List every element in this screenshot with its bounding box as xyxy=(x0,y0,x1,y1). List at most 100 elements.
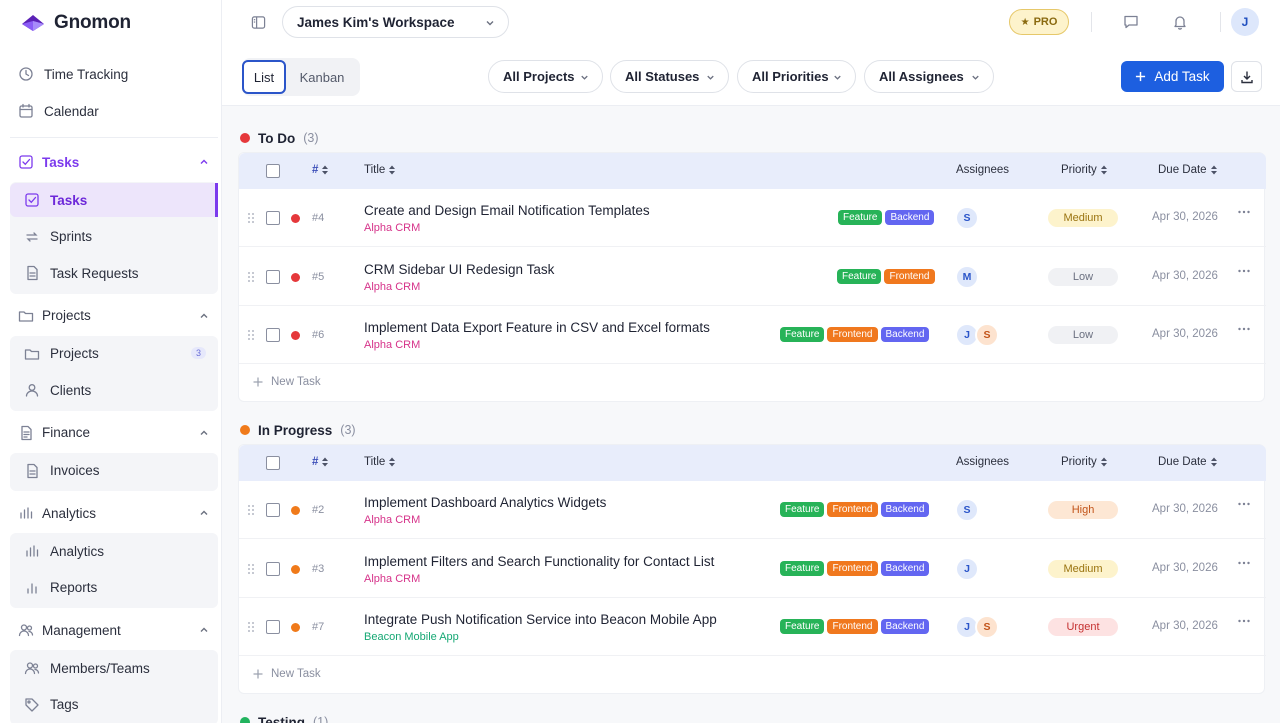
task-project[interactable]: Beacon Mobile App xyxy=(364,631,459,643)
select-all-checkbox[interactable] xyxy=(266,164,280,178)
sidebar-toggle-icon[interactable] xyxy=(246,10,270,34)
priority-badge[interactable]: Low xyxy=(1048,267,1118,286)
task-title[interactable]: Implement Data Export Feature in CSV and… xyxy=(364,320,710,335)
sidebar-section-analytics[interactable]: Analytics xyxy=(10,498,218,528)
user-avatar[interactable]: J xyxy=(1231,8,1259,36)
sidebar-item-clients[interactable]: Clients xyxy=(10,373,218,407)
tag-frontend[interactable]: Frontend xyxy=(884,268,935,284)
column-priority[interactable]: Priority xyxy=(1061,164,1108,176)
group-header[interactable]: To Do (3) xyxy=(240,128,319,148)
column-due-date[interactable]: Due Date xyxy=(1158,456,1218,468)
filter-all-assignees[interactable]: All Assignees xyxy=(864,60,994,93)
more-options-icon[interactable] xyxy=(1237,266,1251,280)
priority-badge[interactable]: Low xyxy=(1048,326,1118,344)
column-priority[interactable]: Priority xyxy=(1061,456,1108,468)
filter-all-projects[interactable]: All Projects xyxy=(488,60,603,93)
tag-feature[interactable]: Feature xyxy=(838,210,883,225)
assignee-avatar[interactable]: M xyxy=(955,264,979,289)
more-options-icon[interactable] xyxy=(1237,616,1251,630)
pro-badge[interactable]: ★ PRO xyxy=(1009,9,1069,35)
tag-backend[interactable]: Backend xyxy=(880,502,930,517)
sidebar-item-analytics[interactable]: Analytics xyxy=(10,534,218,568)
sort-icon[interactable] xyxy=(1210,457,1218,467)
group-header[interactable]: In Progress (3) xyxy=(240,420,356,440)
assignee-avatar[interactable]: S xyxy=(975,323,999,347)
assignee-avatar[interactable]: S xyxy=(975,615,999,639)
sidebar-item-projects[interactable]: Projects 3 xyxy=(10,337,218,371)
tag-backend[interactable]: Backend xyxy=(880,619,930,634)
row-checkbox[interactable] xyxy=(266,328,280,342)
sort-icon[interactable] xyxy=(321,165,329,175)
task-title[interactable]: Integrate Push Notification Service into… xyxy=(364,612,717,627)
sidebar-item-tags[interactable]: Tags xyxy=(10,688,218,722)
task-title[interactable]: Create and Design Email Notification Tem… xyxy=(364,203,650,218)
row-checkbox[interactable] xyxy=(266,269,280,284)
drag-handle-icon[interactable] xyxy=(247,329,255,341)
download-button[interactable] xyxy=(1231,61,1262,92)
sidebar-item-task-requests[interactable]: Task Requests xyxy=(10,256,218,290)
app-logo[interactable]: Gnomon xyxy=(20,12,131,34)
column-due-date[interactable]: Due Date xyxy=(1158,164,1218,176)
sidebar-item-reports[interactable]: Reports xyxy=(10,571,218,605)
sidebar-item-calendar[interactable]: Calendar xyxy=(10,94,218,128)
sort-icon[interactable] xyxy=(1100,457,1108,467)
tag-backend[interactable]: Backend xyxy=(885,210,935,225)
group-header[interactable]: Testing (1) xyxy=(240,712,328,723)
row-checkbox[interactable] xyxy=(266,211,280,225)
bell-icon[interactable] xyxy=(1168,10,1192,34)
priority-badge[interactable]: Medium xyxy=(1048,559,1118,578)
column-title[interactable]: Title xyxy=(364,164,396,176)
table-row[interactable]: #6 Implement Data Export Feature in CSV a… xyxy=(239,306,1266,364)
tag-frontend[interactable]: Frontend xyxy=(827,327,878,342)
more-options-icon[interactable] xyxy=(1237,499,1251,513)
more-options-icon[interactable] xyxy=(1237,558,1251,572)
due-date[interactable]: Apr 30, 2026 xyxy=(1152,562,1218,574)
add-task-button[interactable]: Add Task xyxy=(1121,61,1224,92)
view-list-button[interactable]: List xyxy=(242,60,286,94)
priority-badge[interactable]: Urgent xyxy=(1048,618,1118,636)
assignee-avatar[interactable]: J xyxy=(955,556,979,581)
table-row[interactable]: #4 Create and Design Email Notification T… xyxy=(239,189,1266,247)
priority-badge[interactable]: High xyxy=(1048,501,1118,519)
due-date[interactable]: Apr 30, 2026 xyxy=(1152,211,1218,223)
drag-handle-icon[interactable] xyxy=(247,504,255,516)
tag-feature[interactable]: Feature xyxy=(780,560,825,576)
new-task-button[interactable]: New Task xyxy=(253,372,373,392)
tag-feature[interactable]: Feature xyxy=(780,502,825,517)
task-title[interactable]: Implement Filters and Search Functionali… xyxy=(364,554,714,569)
due-date[interactable]: Apr 30, 2026 xyxy=(1152,270,1218,282)
column-title[interactable]: Title xyxy=(364,456,396,468)
tag-feature[interactable]: Feature xyxy=(780,327,825,342)
select-all-checkbox[interactable] xyxy=(266,456,280,470)
table-row[interactable]: #7 Integrate Push Notification Service in… xyxy=(239,598,1266,656)
sidebar-item-time-tracking[interactable]: Time Tracking xyxy=(10,57,218,91)
assignee-avatar[interactable]: S xyxy=(955,498,979,522)
sidebar-section-tasks[interactable]: Tasks xyxy=(10,147,218,177)
sort-icon[interactable] xyxy=(388,457,396,467)
task-title[interactable]: CRM Sidebar UI Redesign Task xyxy=(364,262,554,277)
view-kanban-button[interactable]: Kanban xyxy=(290,61,354,93)
due-date[interactable]: Apr 30, 2026 xyxy=(1152,503,1218,515)
sort-icon[interactable] xyxy=(1100,165,1108,175)
column-number[interactable]: # xyxy=(312,164,329,176)
workspace-selector[interactable]: James Kim's Workspace xyxy=(282,6,509,38)
tag-feature[interactable]: Feature xyxy=(780,619,825,634)
tag-feature[interactable]: Feature xyxy=(837,268,882,284)
more-options-icon[interactable] xyxy=(1237,207,1251,221)
filter-all-priorities[interactable]: All Priorities xyxy=(737,60,856,93)
sort-icon[interactable] xyxy=(388,165,396,175)
drag-handle-icon[interactable] xyxy=(247,563,255,575)
column-number[interactable]: # xyxy=(312,456,329,468)
sidebar-section-finance[interactable]: Finance xyxy=(10,418,218,448)
task-project[interactable]: Alpha CRM xyxy=(364,573,420,585)
tag-backend[interactable]: Backend xyxy=(880,327,930,342)
due-date[interactable]: Apr 30, 2026 xyxy=(1152,620,1218,632)
row-checkbox[interactable] xyxy=(266,620,280,634)
sidebar-section-management[interactable]: Management xyxy=(10,615,218,645)
sidebar-section-projects[interactable]: Projects xyxy=(10,301,218,331)
task-project[interactable]: Alpha CRM xyxy=(364,339,420,351)
table-row[interactable]: #2 Implement Dashboard Analytics Widgets A… xyxy=(239,481,1266,539)
task-project[interactable]: Alpha CRM xyxy=(364,222,420,234)
drag-handle-icon[interactable] xyxy=(247,271,255,283)
new-task-button[interactable]: New Task xyxy=(253,664,373,684)
